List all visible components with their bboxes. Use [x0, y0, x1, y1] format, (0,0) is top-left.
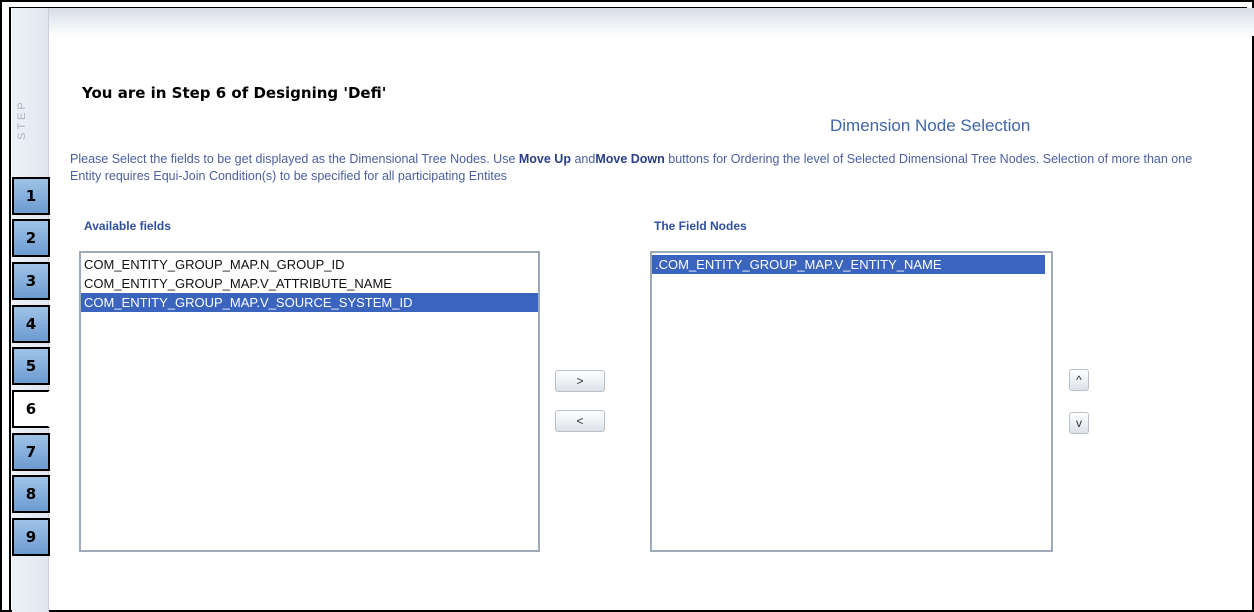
step-tab-2[interactable]: 2	[12, 219, 50, 257]
page-heading: You are in Step 6 of Designing 'Defi'	[82, 84, 387, 102]
instructions-move-up: Move Up	[518, 152, 571, 166]
instructions-part1: Please Select the fields to be get displ…	[70, 152, 519, 166]
available-fields-list[interactable]: COM_ENTITY_GROUP_MAP.N_GROUP_ID COM_ENTI…	[79, 251, 540, 552]
step-tab-5[interactable]: 5	[12, 347, 50, 385]
step-tab-3[interactable]: 3	[12, 262, 50, 300]
field-nodes-label: The Field Nodes	[654, 219, 747, 233]
add-field-button[interactable]: >	[555, 370, 605, 392]
step-tab-6[interactable]: 6	[12, 390, 50, 428]
move-up-button[interactable]: ^	[1069, 369, 1089, 391]
step-tab-4[interactable]: 4	[12, 305, 50, 343]
field-nodes-list[interactable]: .COM_ENTITY_GROUP_MAP.V_ENTITY_NAME	[650, 251, 1053, 552]
available-field-option-selected[interactable]: COM_ENTITY_GROUP_MAP.V_SOURCE_SYSTEM_ID	[81, 293, 538, 312]
step-tab-9[interactable]: 9	[12, 518, 50, 556]
step-tab-7[interactable]: 7	[12, 433, 50, 471]
available-field-option[interactable]: COM_ENTITY_GROUP_MAP.V_ATTRIBUTE_NAME	[81, 274, 538, 293]
instructions-part2: and	[570, 152, 596, 166]
step-sidebar-label: STEP	[16, 99, 28, 141]
remove-field-button[interactable]: <	[555, 410, 605, 432]
instructions-text: Please Select the fields to be get displ…	[70, 151, 1210, 185]
section-title: Dimension Node Selection	[830, 116, 1031, 135]
field-node-option-selected[interactable]: .COM_ENTITY_GROUP_MAP.V_ENTITY_NAME	[652, 255, 1045, 274]
top-bar	[48, 8, 1254, 36]
step-tab-1[interactable]: 1	[12, 177, 50, 215]
available-field-option[interactable]: COM_ENTITY_GROUP_MAP.N_GROUP_ID	[81, 255, 538, 274]
available-fields-label: Available fields	[84, 219, 171, 233]
step-tab-8[interactable]: 8	[12, 475, 50, 513]
move-down-button[interactable]: v	[1069, 412, 1089, 434]
instructions-move-down: Move Down	[595, 152, 665, 166]
